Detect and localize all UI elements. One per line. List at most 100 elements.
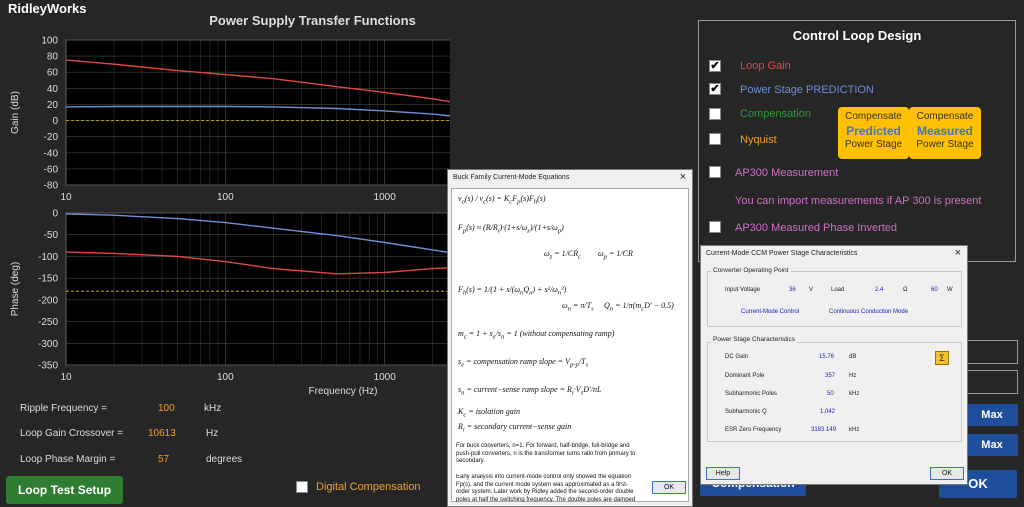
- x-tick-label: 10: [60, 372, 72, 383]
- eq-ri: Ri = secondary current−sense gain: [458, 422, 572, 434]
- y-tick-label: 100: [41, 36, 58, 47]
- ccm-ok-button[interactable]: OK: [930, 467, 964, 480]
- buck-equations-dialog: Buck Family Current-Mode Equations × vo(…: [447, 169, 693, 507]
- eq-mc: mc = 1 + se/sn = 1 (without compensating…: [458, 329, 615, 341]
- ap300-label: AP300 Measurement: [735, 167, 839, 179]
- phase-plot: 0-50-100-150-200-250-300-350101001000100…: [10, 209, 450, 397]
- ripple-unit: kHz: [204, 403, 222, 414]
- import-message: You can import measurements if AP 300 is…: [735, 195, 982, 207]
- eq-sn: sn = current−sense ramp slope = Ri·VsD′/…: [458, 385, 602, 397]
- y-tick-label: -40: [44, 148, 59, 159]
- y-tick-label: -300: [38, 339, 58, 350]
- eq-kc: Kc = isolation gain: [458, 407, 520, 419]
- equations-panel: vo(s) / vc(s) = KcFp(s)Fh(s) Fp(s) ≈ (R/…: [451, 188, 689, 502]
- y-tick-label: -200: [38, 295, 58, 306]
- ap300-inverted-checkbox[interactable]: [709, 221, 721, 233]
- comp-pred-mid: Predicted: [846, 124, 901, 138]
- buck-ok-button[interactable]: OK: [652, 481, 686, 494]
- crossover-value: 10613: [148, 428, 176, 439]
- app-brand: RidleyWorks: [8, 1, 87, 16]
- nyquist-checkbox[interactable]: [709, 133, 721, 145]
- control-loop-design-panel: Control Loop Design ✔ Loop Gain ✔ Power …: [698, 20, 1016, 262]
- ccm-dialog-title-text: Current-Mode CCM Power Stage Characteris…: [706, 250, 858, 257]
- ripple-value: 100: [158, 403, 175, 414]
- buck-note-1: For buck converters, n=1. For forward, h…: [456, 443, 636, 464]
- help-button[interactable]: Help: [706, 467, 740, 480]
- comp-pred-bot: Power Stage: [844, 139, 903, 150]
- compensate-predicted-button[interactable]: Compensate Predicted Power Stage: [838, 107, 909, 159]
- crossover-unit: Hz: [206, 428, 219, 439]
- eq-wz: ωz = 1/CRc: [544, 249, 582, 261]
- y-tick-label: 60: [47, 68, 59, 79]
- operating-point-title: Converter Operating Point: [711, 267, 791, 274]
- y-tick-label: -150: [38, 274, 58, 285]
- y-tick-label: -250: [38, 317, 58, 328]
- close-icon[interactable]: ×: [955, 247, 961, 259]
- comp-pred-top: Compensate: [845, 111, 902, 122]
- subharmonic-q-value: 1.042: [820, 409, 836, 415]
- x-tick-label: 100: [217, 192, 234, 203]
- input-voltage-label: Input Voltage: [725, 287, 761, 293]
- dominant-pole-unit: Hz: [849, 373, 857, 379]
- y-tick-label: -350: [38, 361, 58, 372]
- conduction-mode: Continuous Conduction Mode: [829, 309, 909, 315]
- dc-gain-label: DC Gain: [725, 354, 749, 360]
- y-tick-label: -80: [44, 181, 59, 192]
- chart-title: Power Supply Transfer Functions: [209, 13, 416, 28]
- crossover-label: Loop Gain Crossover =: [20, 428, 124, 439]
- subharmonic-q-label: Subharmonic Q: [725, 409, 767, 415]
- plot-area: [65, 212, 450, 366]
- compensation-checkbox[interactable]: [709, 108, 721, 120]
- subharmonic-poles-value: 50: [827, 391, 834, 397]
- buck-dialog-title-text: Buck Family Current-Mode Equations: [453, 174, 570, 181]
- power-stage-checkbox[interactable]: ✔: [709, 83, 721, 95]
- ap300-checkbox[interactable]: [709, 166, 721, 178]
- esr-zero-label: ESR Zero Frequency: [725, 427, 782, 433]
- eq-qn: Qn = 1/π(mcD′ − 0.5): [604, 301, 674, 313]
- compensation-label: Compensation: [740, 108, 811, 120]
- input-voltage-unit: V: [809, 287, 814, 293]
- margin-value: 57: [158, 454, 170, 465]
- panel-frame-2: [966, 370, 1018, 394]
- compensate-measured-button[interactable]: Compensate Measured Power Stage: [909, 107, 981, 159]
- margin-unit: degrees: [206, 454, 243, 465]
- panel-frame-1: [966, 340, 1018, 364]
- esr-zero-unit: kHz: [849, 427, 860, 433]
- dominant-pole-value: 357: [825, 373, 836, 379]
- loop-gain-checkbox[interactable]: ✔: [709, 60, 721, 72]
- sigma-icon[interactable]: Σ: [935, 351, 949, 365]
- dominant-pole-label: Dominant Pole: [725, 373, 765, 379]
- max-button-1[interactable]: Max: [966, 404, 1018, 426]
- y-tick-label: -50: [44, 230, 59, 241]
- ccm-characteristics-dialog: Current-Mode CCM Power Stage Characteris…: [700, 245, 968, 485]
- control-mode: Current-Mode Control: [741, 309, 800, 315]
- eq-fp: Fp(s) ≈ (R/Ri)·(1+s/ωz)/(1+s/ωp): [458, 223, 564, 235]
- margin-label: Loop Phase Margin =: [20, 454, 116, 465]
- ripple-label: Ripple Frequency =: [20, 403, 107, 414]
- eq-wp: ωp = 1/CR: [598, 249, 633, 261]
- loop-gain-label: Loop Gain: [740, 60, 791, 72]
- digital-compensation-checkbox[interactable]: [296, 481, 308, 493]
- y-tick-label: 0: [52, 209, 58, 220]
- close-icon[interactable]: ×: [680, 171, 686, 183]
- esr-zero-value: 3183.149: [811, 427, 837, 433]
- load-power-unit: W: [947, 287, 953, 293]
- eq-se: se = compensation ramp slope = Vp-p/Ts: [458, 357, 589, 369]
- y-tick-label: 80: [47, 52, 59, 63]
- y-tick-label: 0: [52, 116, 58, 127]
- y-tick-label: 40: [47, 84, 59, 95]
- dc-gain-unit: dB: [849, 354, 857, 360]
- buck-dialog-title: Buck Family Current-Mode Equations ×: [448, 170, 692, 186]
- y-tick-label: -60: [44, 164, 59, 175]
- loop-test-setup-button[interactable]: Loop Test Setup: [6, 476, 123, 504]
- ap300-inverted-label: AP300 Measured Phase Inverted: [735, 222, 898, 234]
- eq-vo-vc: vo(s) / vc(s) = KcFp(s)Fh(s): [458, 194, 546, 206]
- max-button-2[interactable]: Max: [966, 434, 1018, 456]
- ccm-dialog-title: Current-Mode CCM Power Stage Characteris…: [701, 246, 967, 262]
- x-axis-label: Frequency (Hz): [309, 386, 378, 397]
- bode-charts: 100806040200-20-40-60-8010100100010000Ga…: [10, 36, 450, 397]
- plot-area: [65, 39, 450, 186]
- x-tick-label: 1000: [374, 192, 397, 203]
- y-axis-label: Phase (deg): [10, 262, 21, 316]
- subharmonic-poles-unit: kHz: [849, 391, 860, 397]
